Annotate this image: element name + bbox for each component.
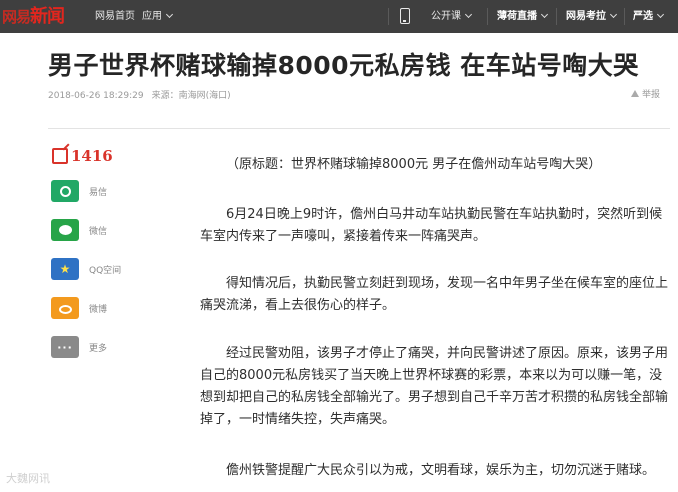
nav-mint-live-label: 薄荷直播 xyxy=(497,11,537,22)
netease-news-logo[interactable]: 网易新闻 xyxy=(2,6,65,28)
article-paragraph: 6月24日晚上9时许，儋州白马井动车站执勤民警在车站执勤时，突然听到候车室内传来… xyxy=(200,207,663,244)
more-icon: ··· xyxy=(51,336,79,358)
nav-open-course-menu[interactable]: 公开课 xyxy=(431,10,473,23)
share-qzone-button[interactable]: ★ QQ空间 xyxy=(51,258,121,282)
weibo-icon xyxy=(51,297,79,319)
nav-divider xyxy=(624,8,625,25)
report-label: 举报 xyxy=(641,90,660,100)
nav-exam-menu[interactable]: 网易考拉 xyxy=(566,10,618,23)
qzone-icon: ★ xyxy=(51,258,79,280)
nav-yanxuan-label: 严选 xyxy=(633,11,653,22)
publish-datetime: 2018-06-26 18:29:29 xyxy=(48,91,144,101)
logo-netease-text: 网易 xyxy=(2,8,31,26)
article-paragraph: （原标题：世界杯赌球输掉8000元 男子在儋州动车站号啕大哭） xyxy=(226,157,602,172)
share-more-button[interactable]: ··· 更多 xyxy=(51,336,107,360)
nav-apps-menu[interactable]: 应用 xyxy=(142,10,174,23)
share-label: 更多 xyxy=(89,343,108,354)
mobile-phone-icon[interactable] xyxy=(400,8,410,24)
report-button[interactable]: 举报 xyxy=(630,89,660,101)
article-meta: 2018-06-26 18:29:29 来源：南海网(海口) xyxy=(48,90,231,102)
top-nav-bar: 网易新闻 网易首页 应用 公开课 薄荷直播 网易考拉 严选 xyxy=(0,0,678,33)
article-paragraph: 得知情况后，执勤民警立刻赶到现场，发现一名中年男子坐在候车室的座位上痛哭流涕，看… xyxy=(200,276,669,313)
share-wechat-button[interactable]: 微信 xyxy=(51,219,107,243)
comment-count-button[interactable]: 1416 xyxy=(52,145,113,165)
header-divider xyxy=(48,128,670,129)
nav-mint-live-menu[interactable]: 薄荷直播 xyxy=(497,10,549,23)
article-paragraph: 儋州铁警提醒广大民众引以为戒，文明看球，娱乐为主，切勿沉迷于赌球。 xyxy=(226,463,656,478)
share-label: 微博 xyxy=(89,304,108,315)
nav-open-course-label: 公开课 xyxy=(431,11,461,22)
nav-divider xyxy=(556,8,557,25)
nav-exam-label: 网易考拉 xyxy=(566,11,606,22)
comment-count: 1416 xyxy=(71,146,113,165)
chevron-down-icon xyxy=(609,10,618,19)
nav-home-link[interactable]: 网易首页 xyxy=(95,10,135,23)
chevron-down-icon xyxy=(656,10,665,19)
nav-yanxuan-menu[interactable]: 严选 xyxy=(633,10,665,23)
chevron-down-icon xyxy=(165,10,174,19)
nav-apps-label: 应用 xyxy=(142,11,162,22)
article-source[interactable]: 来源：南海网(海口) xyxy=(152,91,231,101)
share-label: 微信 xyxy=(89,226,108,237)
share-yixin-button[interactable]: 易信 xyxy=(51,180,107,204)
watermark: 大魏网讯 xyxy=(6,472,50,485)
chevron-down-icon xyxy=(464,10,473,19)
comment-edit-icon xyxy=(52,147,68,164)
nav-divider xyxy=(487,8,488,25)
share-label: QQ空间 xyxy=(89,265,122,276)
share-label: 易信 xyxy=(89,187,108,198)
chevron-down-icon xyxy=(540,10,549,19)
wechat-icon xyxy=(51,219,79,241)
logo-news-text: 新闻 xyxy=(30,6,65,27)
article-title: 男子世界杯赌球输掉8000元私房钱 在车站号啕大哭 xyxy=(48,51,639,80)
warning-icon xyxy=(630,90,639,97)
article-paragraph: 经过民警劝阻，该男子才停止了痛哭，并向民警讲述了原因。原来，该男子用自己的800… xyxy=(200,346,669,427)
nav-divider xyxy=(388,8,389,25)
share-weibo-button[interactable]: 微博 xyxy=(51,297,107,321)
yixin-icon xyxy=(51,180,79,202)
